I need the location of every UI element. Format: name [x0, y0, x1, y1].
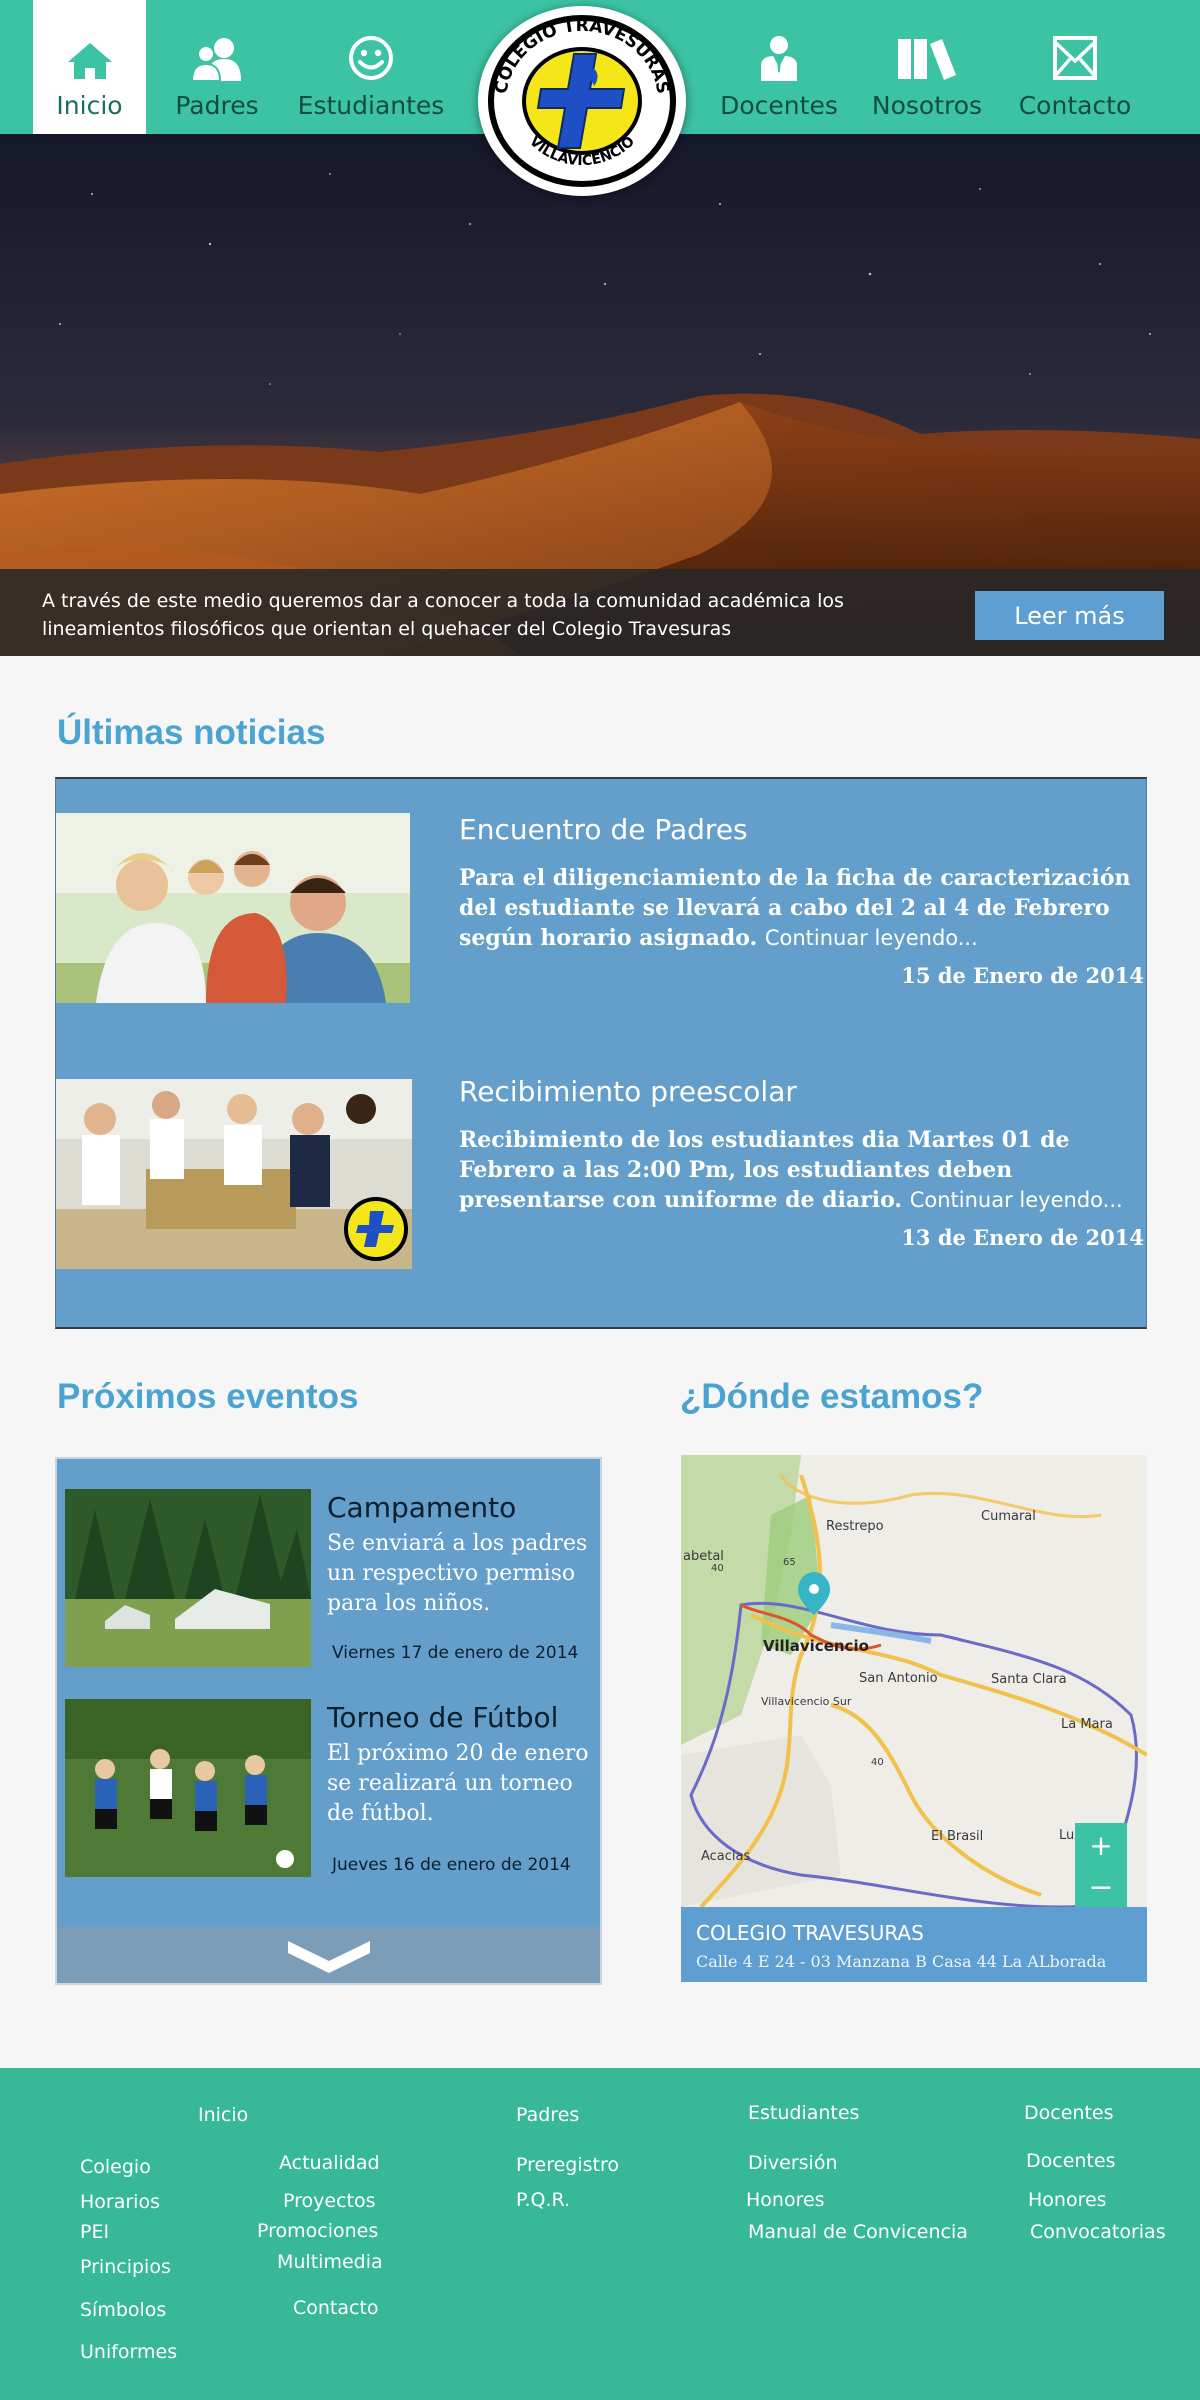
nav-item-estudiantes[interactable]: Estudiantes — [296, 0, 446, 134]
svg-text:65: 65 — [783, 1557, 796, 1568]
mail-icon — [1053, 36, 1097, 80]
zoom-in-button[interactable]: + — [1075, 1823, 1127, 1867]
svg-text:San Antonio: San Antonio — [859, 1671, 938, 1686]
footer-link[interactable]: Contacto — [293, 2297, 379, 2319]
site-footer: Inicio Colegio Horarios PEI Principios S… — [0, 2068, 1200, 2400]
svg-text:Acacias: Acacias — [701, 1849, 751, 1864]
nav-label: Docentes — [720, 91, 838, 120]
footer-link[interactable]: Preregistro — [516, 2154, 619, 2176]
footer-link[interactable]: Horarios — [80, 2191, 160, 2213]
books-icon — [898, 39, 956, 80]
chevron-down-icon — [287, 1941, 370, 1973]
nav-item-contacto[interactable]: Contacto — [1010, 0, 1140, 134]
svg-text:abetal: abetal — [683, 1549, 724, 1564]
footer-link[interactable]: Honores — [746, 2189, 825, 2211]
location-section-title: ¿Dónde estamos? — [680, 1377, 984, 1416]
event-date: Jueves 16 de enero de 2014 — [332, 1855, 571, 1875]
footer-link[interactable]: Símbolos — [80, 2299, 166, 2321]
svg-text:Villavicencio: Villavicencio — [763, 1637, 869, 1655]
preschool-photo[interactable] — [56, 1079, 412, 1269]
nav-item-nosotros[interactable]: Nosotros — [862, 0, 992, 134]
nav-item-docentes[interactable]: Docentes — [714, 0, 844, 134]
nav-item-padres[interactable]: Padres — [165, 0, 269, 134]
main-nav: Inicio Padres Estudiantes COLEGIO TRAVES… — [0, 0, 1200, 196]
news-description: Para el diligenciamiento de la ficha de … — [459, 863, 1144, 953]
svg-text:Cumaral: Cumaral — [981, 1509, 1036, 1524]
nav-label: Padres — [175, 91, 259, 120]
footer-link[interactable]: Uniformes — [80, 2341, 177, 2363]
nav-label: Inicio — [56, 91, 123, 120]
svg-text:La Mara: La Mara — [1061, 1717, 1113, 1732]
svg-text:Restrepo: Restrepo — [826, 1519, 884, 1534]
parents-icon — [191, 38, 241, 81]
minus-icon: − — [1088, 1869, 1114, 1905]
footer-link[interactable]: Colegio — [80, 2156, 151, 2178]
family-photo[interactable] — [56, 813, 410, 1003]
news-title[interactable]: Recibimiento preescolar — [459, 1075, 797, 1108]
map-caption-title: COLEGIO TRAVESURAS — [696, 1921, 924, 1945]
footer-link[interactable]: Diversión — [748, 2152, 838, 2174]
footer-link[interactable]: Principios — [80, 2256, 171, 2278]
footer-header-inicio[interactable]: Inicio — [198, 2104, 248, 2126]
footer-link[interactable]: Actualidad — [279, 2152, 380, 2174]
event-title[interactable]: Torneo de Fútbol — [327, 1701, 558, 1734]
school-logo[interactable]: COLEGIO TRAVESURAS VILLAVICENCIO — [478, 6, 686, 196]
event-description: Se enviará a los padres un respectivo pe… — [327, 1531, 588, 1616]
event-description: El próximo 20 de enero se realizará un t… — [327, 1741, 589, 1826]
footer-header-docentes[interactable]: Docentes — [1024, 2102, 1113, 2124]
footer-link[interactable]: Honores — [1028, 2189, 1107, 2211]
nav-item-inicio[interactable]: Inicio — [33, 0, 146, 134]
plus-icon: + — [1089, 1828, 1113, 1862]
nav-label: Nosotros — [871, 91, 983, 120]
location-map[interactable]: Restrepo Cumaral abetal Villavicencio Sa… — [681, 1455, 1147, 1982]
events-more-button[interactable] — [57, 1927, 600, 1983]
news-section-title: Últimas noticias — [57, 713, 326, 752]
map-caption: COLEGIO TRAVESURAS Calle 4 E 24 - 03 Man… — [681, 1907, 1147, 1982]
footer-link[interactable]: Convocatorias — [1030, 2221, 1166, 2243]
news-panel: Encuentro de Padres Para el diligenciami… — [55, 777, 1147, 1329]
svg-text:Villavicencio Sur: Villavicencio Sur — [761, 1695, 852, 1708]
zoom-out-button[interactable]: − — [1075, 1867, 1127, 1907]
soccer-photo[interactable] — [65, 1699, 311, 1877]
footer-header-padres[interactable]: Padres — [516, 2104, 579, 2126]
footer-link[interactable]: Manual de Convicencia — [748, 2221, 968, 2243]
hero-text: A través de este medio queremos dar a co… — [42, 590, 844, 640]
map-caption-address: Calle 4 E 24 - 03 Manzana B Casa 44 La A… — [696, 1952, 1107, 1971]
svg-text:Santa Clara: Santa Clara — [991, 1672, 1067, 1687]
svg-text:40: 40 — [711, 1563, 724, 1574]
footer-header-estudiantes[interactable]: Estudiantes — [748, 2102, 859, 2124]
footer-link[interactable]: Docentes — [1026, 2150, 1115, 2172]
footer-link[interactable]: PEI — [80, 2221, 109, 2243]
event-date: Viernes 17 de enero de 2014 — [332, 1643, 579, 1663]
svg-text:40: 40 — [871, 1757, 884, 1768]
footer-link[interactable]: Promociones — [257, 2220, 378, 2242]
event-title[interactable]: Campamento — [327, 1491, 516, 1524]
svg-text:El Brasil: El Brasil — [931, 1829, 983, 1844]
continue-reading-link[interactable]: Continuar leyendo... — [765, 926, 978, 950]
camping-photo[interactable] — [65, 1489, 311, 1667]
home-icon — [67, 43, 112, 79]
news-title[interactable]: Encuentro de Padres — [459, 813, 748, 846]
nav-label: Estudiantes — [297, 91, 445, 120]
continue-reading-link[interactable]: Continuar leyendo... — [910, 1188, 1123, 1212]
footer-link[interactable]: Multimedia — [277, 2251, 383, 2273]
news-date: 15 de Enero de 2014 — [901, 963, 1144, 988]
footer-link[interactable]: P.Q.R. — [516, 2189, 570, 2211]
footer-link[interactable]: Proyectos — [283, 2190, 376, 2212]
hero-banner: A través de este medio queremos dar a co… — [0, 134, 1200, 656]
events-section-title: Próximos eventos — [57, 1377, 359, 1416]
smiley-icon — [349, 36, 393, 80]
hero-caption-bar: A través de este medio queremos dar a co… — [0, 569, 1200, 656]
events-panel: Campamento Se enviará a los padres un re… — [55, 1457, 602, 1985]
read-more-button[interactable]: Leer más — [975, 591, 1164, 640]
news-date: 13 de Enero de 2014 — [901, 1225, 1144, 1250]
teacher-icon — [761, 36, 797, 81]
nav-label: Contacto — [1018, 91, 1132, 120]
news-description: Recibimiento de los estudiantes dia Mart… — [459, 1125, 1144, 1215]
